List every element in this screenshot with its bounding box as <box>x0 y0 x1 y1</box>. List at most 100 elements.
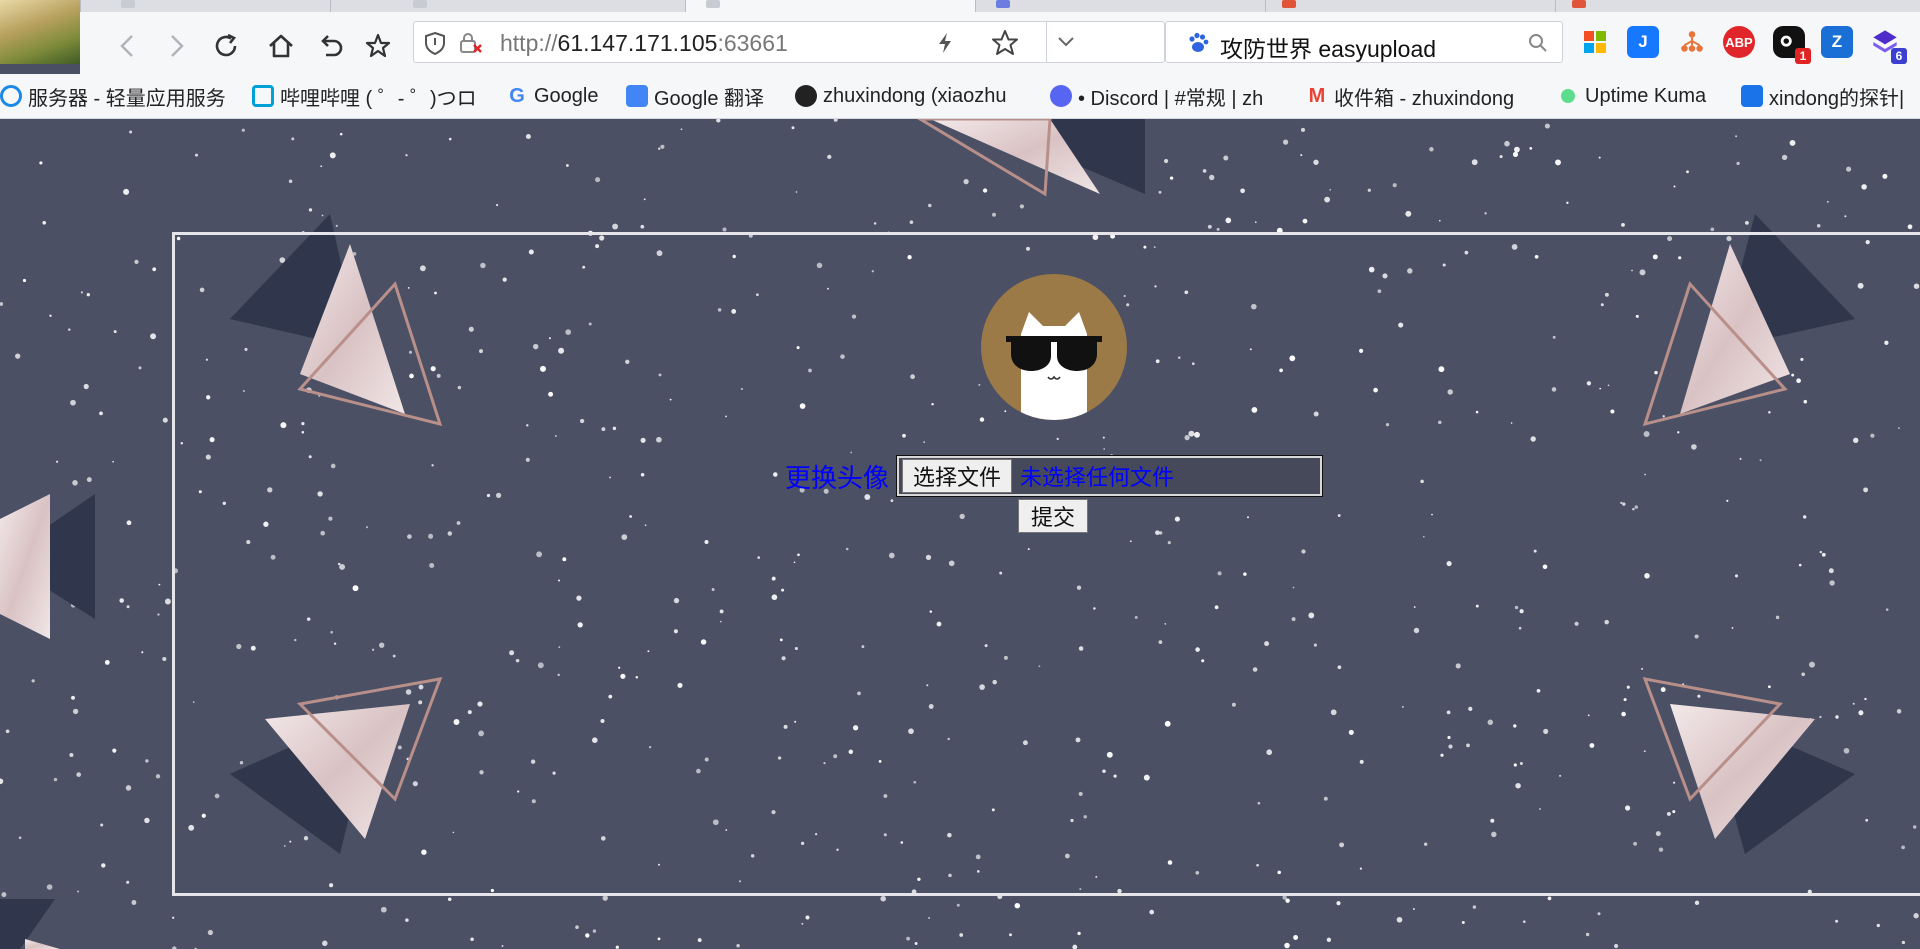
tab-4[interactable] <box>975 0 1266 12</box>
star-dot <box>1547 896 1552 901</box>
tab-strip <box>0 0 1920 12</box>
star-dot <box>1302 218 1308 224</box>
star-dot <box>657 937 661 941</box>
star-dot <box>470 937 474 942</box>
bookmark-item[interactable]: • Discord | #常规 | zh <box>1050 82 1286 110</box>
star-dot <box>195 153 198 157</box>
choose-file-button[interactable]: 选择文件 <box>902 459 1013 493</box>
search-box[interactable]: 攻防世界 easyupload <box>1165 21 1563 63</box>
forward-button[interactable] <box>158 28 194 64</box>
star-dot <box>126 520 132 526</box>
star-dot <box>99 411 103 416</box>
stack-extension-icon[interactable]: 6 <box>1869 26 1907 64</box>
lightning-icon[interactable] <box>936 32 954 54</box>
star-dot <box>125 785 132 791</box>
bookmark-item[interactable]: Uptime Kuma <box>1557 82 1727 110</box>
star-dot <box>49 314 52 317</box>
star-dot <box>1300 127 1306 132</box>
star-dot <box>112 748 117 753</box>
file-input[interactable]: 选择文件 未选择任何文件 <box>896 455 1324 497</box>
star-dot <box>104 659 110 665</box>
star-dot <box>1694 900 1700 905</box>
star-dot <box>1313 159 1319 165</box>
star-dot <box>134 259 139 265</box>
notifications-extension-icon[interactable]: 1 <box>1773 26 1811 64</box>
bookmark-item[interactable]: xindong的探针| <box>1741 82 1920 110</box>
bookmark-item[interactable]: 服务器 - 轻量应用服务 <box>0 82 230 110</box>
star-dot <box>909 220 914 224</box>
star-dot <box>1471 159 1478 166</box>
search-icon[interactable] <box>1528 33 1548 53</box>
star-dot <box>1405 210 1412 217</box>
star-dot <box>1429 147 1434 152</box>
star-dot <box>1284 942 1290 949</box>
star-dot <box>1072 944 1078 949</box>
reload-button[interactable] <box>208 28 244 64</box>
bookmark-label: Google 翻译 <box>654 87 765 110</box>
star-dot <box>329 152 336 159</box>
star-dot <box>1396 916 1403 923</box>
star-dot <box>615 945 619 949</box>
star-dot <box>585 933 590 938</box>
tab-2[interactable] <box>330 0 686 12</box>
star-dot <box>1744 220 1749 225</box>
network-extension-icon[interactable] <box>1676 26 1708 58</box>
star-dot <box>1202 169 1207 173</box>
star-dot <box>1876 923 1880 928</box>
star-dot <box>833 119 838 122</box>
undo-close-tab-button[interactable] <box>313 28 349 64</box>
upload-form: 更换头像 选择文件 未选择任何文件 <box>785 454 1324 498</box>
star-dot <box>53 777 58 782</box>
star-dot <box>83 383 89 390</box>
star-dot <box>1014 902 1021 909</box>
favorite-star-icon[interactable] <box>990 28 1020 58</box>
z-extension-icon[interactable]: Z <box>1821 26 1853 58</box>
tab-5[interactable] <box>1265 0 1556 12</box>
url-dropdown-button[interactable] <box>1046 22 1047 62</box>
search-text[interactable]: 攻防世界 easyupload <box>1220 30 1436 64</box>
star-dot <box>119 598 124 603</box>
star-dot <box>795 191 798 193</box>
star-dot <box>39 161 43 165</box>
url-port: :63661 <box>717 30 788 56</box>
address-bar[interactable]: http://61.147.171.105:63661 <box>413 21 1165 63</box>
bookmark-item[interactable]: G Google <box>506 82 611 110</box>
bookmark-item[interactable]: zhuxindong (xiaozhu <box>795 82 1030 110</box>
star-dot <box>1882 173 1888 179</box>
star-dot <box>956 903 960 907</box>
star-dot <box>308 208 313 212</box>
star-dot <box>1816 224 1821 228</box>
star-dot <box>1472 905 1477 909</box>
j-extension-icon[interactable]: J <box>1627 26 1659 58</box>
star-dot <box>1 892 7 898</box>
star-dot <box>100 823 104 827</box>
windows-grid-icon[interactable] <box>1579 26 1611 58</box>
forward-arrow-icon <box>171 35 184 57</box>
back-button[interactable] <box>110 28 146 64</box>
star-icon <box>365 33 391 58</box>
star-dot <box>1686 170 1689 174</box>
star-dot <box>660 144 665 149</box>
star-dot <box>241 128 245 132</box>
tab-favicon <box>121 0 135 8</box>
home-button[interactable] <box>263 28 299 64</box>
tab-1[interactable] <box>80 0 331 12</box>
profile-photo[interactable] <box>0 0 80 64</box>
bookmark-item[interactable]: M 收件箱 - zhuxindong <box>1306 82 1534 110</box>
bookmark-item[interactable]: Google 翻译 <box>626 82 781 110</box>
chevron-down-icon[interactable] <box>1056 34 1076 50</box>
insecure-lock-icon <box>460 33 482 53</box>
star-dot <box>322 940 328 947</box>
star-dot <box>55 460 59 463</box>
tab-6[interactable] <box>1555 0 1846 12</box>
tab-3-active[interactable] <box>685 0 976 12</box>
star-dot <box>113 330 117 334</box>
submit-button[interactable]: 提交 <box>1018 499 1089 533</box>
url-text[interactable]: http://61.147.171.105:63661 <box>500 30 788 57</box>
adblock-plus-icon[interactable]: ABP <box>1723 26 1755 58</box>
bookmark-star-button[interactable] <box>360 28 396 64</box>
bookmark-item[interactable]: 哔哩哔哩 ( ゜- ゜)つロ <box>252 82 474 110</box>
bookmark-label: • Discord | #常规 | zh <box>1078 87 1264 110</box>
star-dot <box>46 884 53 890</box>
star-dot <box>658 147 661 150</box>
